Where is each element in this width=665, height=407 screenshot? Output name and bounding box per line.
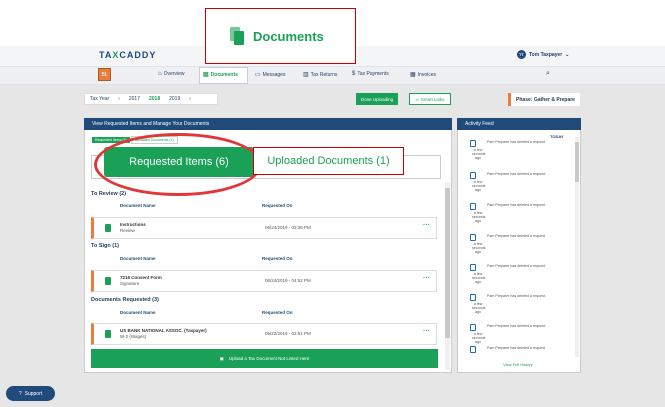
col-requested-on: Requested On (262, 310, 293, 315)
documents-callout: Documents (205, 8, 356, 64)
chevron-down-icon: ⌄ (565, 51, 570, 58)
panel-scrollbar[interactable] (445, 182, 450, 370)
user-menu[interactable]: TT Tom Taxpayer ⌄ (517, 50, 569, 59)
nav-overview[interactable]: ⌂ Overview (158, 71, 184, 77)
document-icon (470, 324, 476, 331)
smart-links-button[interactable]: ∞ Smart Links (409, 93, 451, 105)
search-icon[interactable]: ⌕ (546, 70, 550, 78)
activity-feed-title: Activity Feed (457, 118, 581, 130)
tax-return-icon: ▥ (303, 72, 309, 78)
more-options-icon[interactable]: ··· (423, 222, 430, 229)
nav-invoices[interactable]: ▦ Invoices (410, 71, 436, 79)
document-icon (470, 294, 476, 301)
help-icon: ? (18, 390, 22, 397)
panel-title: View Requested Items and Manage Your Doc… (84, 118, 452, 130)
document-icon (105, 330, 111, 338)
phase-badge: Phase: Gather & Prepare (508, 93, 580, 106)
view-full-history-link[interactable]: View Full History (503, 362, 533, 367)
to-sign-heading: To Sign (1) (91, 243, 120, 249)
document-icon (470, 264, 476, 271)
nav-messages[interactable]: ▭ Messages (255, 71, 285, 79)
document-icon (470, 203, 476, 210)
document-icon (470, 234, 476, 241)
documents-icon: ▤ (203, 72, 209, 78)
nav-documents[interactable]: ▤ Documents (203, 71, 238, 79)
document-row[interactable]: Instructions Review 06/24/2019 - 03:36 P… (91, 217, 437, 239)
col-document-name: Document Name (120, 256, 156, 261)
user-avatar: TT (517, 50, 526, 59)
col-document-name: Document Name (120, 310, 156, 315)
document-icon (105, 224, 111, 232)
col-requested-on: Requested On (262, 203, 293, 208)
document-icon (470, 140, 476, 147)
firm-logo: BL (98, 68, 111, 81)
dollar-icon: $ (352, 71, 356, 77)
document-icon (470, 346, 476, 353)
document-row[interactable]: 7216 Consent Form Signature 06/24/2019 -… (91, 270, 437, 292)
col-document-name: Document Name (120, 203, 156, 208)
feed-scrollbar[interactable] (575, 137, 579, 357)
home-icon: ⌂ (158, 71, 162, 77)
documents-requested-heading: Documents Requested (3) (91, 297, 159, 303)
year-2018[interactable]: 2018 (149, 96, 160, 102)
invoice-icon: ▦ (410, 72, 416, 78)
year-2019[interactable]: 2019 (169, 96, 180, 102)
upload-document-button[interactable]: ▣ Upload a Tax Document Not Listed Here (91, 349, 438, 368)
tax-year-selector[interactable]: Tax Year ‹ 2017 2018 2019 › (84, 93, 218, 105)
document-icon (105, 277, 111, 285)
to-review-heading: To Review (2) (91, 191, 127, 197)
chevron-right-icon[interactable]: › (189, 96, 191, 102)
tab-uploaded-documents[interactable]: Uploaded Documents (1) (253, 147, 404, 175)
taxcaddy-logo[interactable]: TAXCADDY (99, 50, 156, 60)
support-button[interactable]: ? Support (6, 386, 55, 401)
chevron-left-icon[interactable]: ‹ (118, 96, 120, 102)
more-options-icon[interactable]: ··· (423, 328, 430, 335)
highlight-circle (94, 133, 262, 196)
feed-date-label: TODAY (550, 134, 564, 139)
more-options-icon[interactable]: ··· (423, 275, 430, 282)
nav-tax-returns[interactable]: ▥ Tax Returns (303, 71, 337, 79)
document-icon (470, 172, 476, 179)
col-requested-on: Requested On (262, 256, 293, 261)
upload-icon: ▣ (219, 355, 224, 361)
documents-icon (230, 27, 244, 45)
user-name: Tom Taxpayer (529, 51, 563, 58)
nav-tax-payments[interactable]: $ Tax Payments (352, 71, 389, 77)
year-2017[interactable]: 2017 (129, 96, 140, 102)
message-icon: ▭ (255, 72, 261, 78)
done-uploading-button[interactable]: Done Uploading (356, 93, 398, 105)
link-icon: ∞ (415, 96, 419, 102)
document-row[interactable]: US BANK NATIONAL ASSOC. (Taxpayer) W-2 (… (91, 323, 437, 345)
